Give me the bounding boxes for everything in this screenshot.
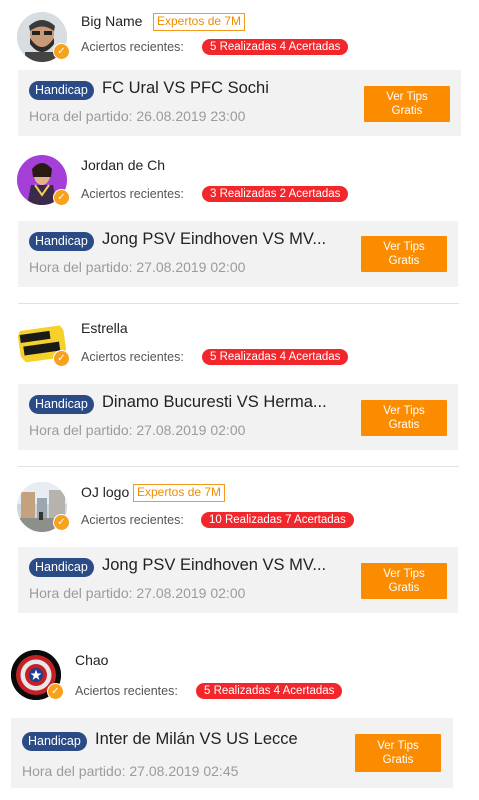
gratis-label: Gratis (388, 419, 420, 431)
ver-tips-button[interactable]: Ver Tips Gratis (361, 236, 447, 272)
expert-badge: Expertos de 7M (153, 13, 246, 31)
kickoff-time: Hora del partido: 26.08.2019 23:00 (29, 108, 246, 124)
match-title: FC Ural VS PFC Sochi (102, 79, 269, 97)
handicap-tag: Handicap (29, 558, 94, 577)
verified-check-icon: ✓ (53, 189, 70, 206)
stats-badge: 10 Realizadas 7 Acertadas (201, 512, 354, 528)
tipster-name[interactable]: Big Name (81, 13, 142, 29)
match-card[interactable]: Handicap Dinamo Bucuresti VS Herma... Ho… (18, 384, 458, 450)
kickoff-time: Hora del partido: 27.08.2019 02:45 (22, 763, 239, 779)
match-title: Jong PSV Eindhoven VS MV... (102, 556, 327, 574)
tipster-name[interactable]: Jordan de Ch (81, 157, 165, 173)
ver-tips-button[interactable]: Ver Tips Gratis (361, 400, 447, 436)
ver-tips-label: Ver Tips (383, 405, 425, 417)
expert-badge: Expertos de 7M (133, 484, 226, 502)
aciertos-label: Aciertos recientes: (81, 40, 184, 54)
gratis-label: Gratis (391, 105, 423, 117)
verified-check-icon: ✓ (53, 43, 70, 60)
tipster-name[interactable]: Chao (75, 652, 108, 668)
aciertos-label: Aciertos recientes: (75, 684, 178, 698)
gratis-label: Gratis (388, 255, 420, 267)
verified-check-icon: ✓ (47, 683, 64, 700)
ver-tips-label: Ver Tips (386, 91, 428, 103)
aciertos-label: Aciertos recientes: (81, 513, 184, 527)
tipster-name[interactable]: OJ logo (81, 484, 129, 500)
match-card[interactable]: Handicap Inter de Milán VS US Lecce Hora… (11, 718, 453, 788)
verified-check-icon: ✓ (53, 514, 70, 531)
divider (18, 303, 459, 304)
stats-badge: 5 Realizadas 4 Acertadas (202, 349, 349, 365)
stats-badge: 5 Realizadas 4 Acertadas (196, 683, 343, 699)
ver-tips-label: Ver Tips (383, 568, 425, 580)
match-card[interactable]: Handicap Jong PSV Eindhoven VS MV... Hor… (18, 221, 458, 287)
match-card[interactable]: Handicap Jong PSV Eindhoven VS MV... Hor… (18, 547, 458, 613)
handicap-tag: Handicap (22, 732, 87, 751)
kickoff-time: Hora del partido: 27.08.2019 02:00 (29, 422, 246, 438)
handicap-tag: Handicap (29, 395, 94, 414)
ver-tips-label: Ver Tips (377, 740, 419, 752)
handicap-tag: Handicap (29, 81, 94, 100)
verified-check-icon: ✓ (53, 350, 70, 367)
match-title: Dinamo Bucuresti VS Herma... (102, 393, 327, 411)
handicap-tag: Handicap (29, 232, 94, 251)
kickoff-time: Hora del partido: 27.08.2019 02:00 (29, 585, 246, 601)
gratis-label: Gratis (382, 754, 414, 766)
aciertos-label: Aciertos recientes: (81, 350, 184, 364)
kickoff-time: Hora del partido: 27.08.2019 02:00 (29, 259, 246, 275)
gratis-label: Gratis (388, 582, 420, 594)
ver-tips-button[interactable]: Ver Tips Gratis (355, 734, 441, 772)
match-card[interactable]: Handicap FC Ural VS PFC Sochi Hora del p… (18, 70, 461, 136)
ver-tips-button[interactable]: Ver Tips Gratis (361, 563, 447, 599)
match-title: Jong PSV Eindhoven VS MV... (102, 230, 327, 248)
aciertos-label: Aciertos recientes: (81, 187, 184, 201)
stats-badge: 5 Realizadas 4 Acertadas (202, 39, 349, 55)
tipster-name[interactable]: Estrella (81, 320, 128, 336)
stats-badge: 3 Realizadas 2 Acertadas (202, 186, 349, 202)
divider (18, 466, 459, 467)
ver-tips-label: Ver Tips (383, 241, 425, 253)
ver-tips-button[interactable]: Ver Tips Gratis (364, 86, 450, 122)
match-title: Inter de Milán VS US Lecce (95, 730, 298, 748)
